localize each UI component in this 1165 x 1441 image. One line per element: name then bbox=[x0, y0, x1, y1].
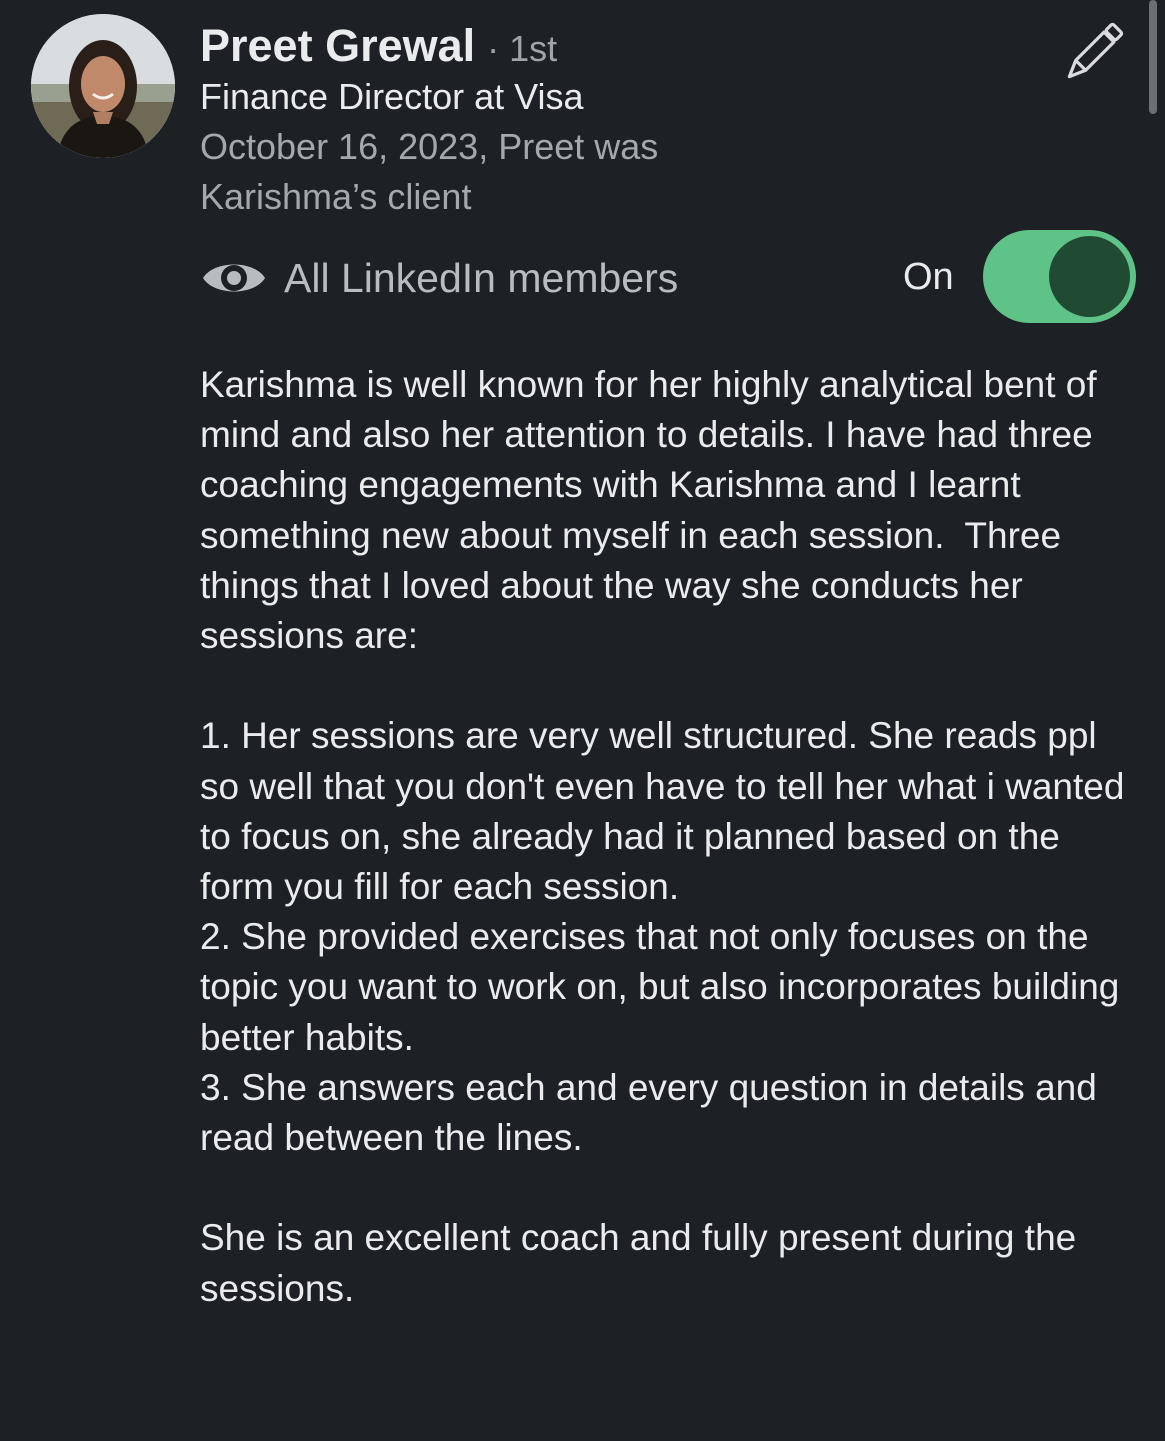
recommendation-card: Preet Grewal · 1st Finance Director at V… bbox=[0, 0, 1165, 1441]
toggle-knob bbox=[1049, 236, 1130, 317]
edit-button[interactable] bbox=[1060, 22, 1124, 86]
profile-photo bbox=[31, 14, 175, 158]
eye-icon bbox=[200, 255, 268, 301]
recommender-name[interactable]: Preet Grewal bbox=[200, 18, 475, 74]
scrollbar[interactable] bbox=[1149, 0, 1157, 114]
name-row: Preet Grewal · 1st bbox=[200, 18, 1085, 74]
recommendation-text: Karishma is well known for her highly an… bbox=[200, 364, 1125, 1309]
toggle-state-label: On bbox=[903, 256, 954, 298]
avatar[interactable] bbox=[31, 14, 175, 158]
relationship-text: October 16, 2023, Preet was Karishma’s c… bbox=[200, 126, 659, 217]
pencil-icon bbox=[1060, 22, 1124, 86]
visibility-label: All LinkedIn members bbox=[284, 255, 679, 301]
recommender-header: Preet Grewal · 1st Finance Director at V… bbox=[200, 18, 1085, 222]
visibility-toggle[interactable] bbox=[983, 230, 1136, 323]
connection-degree: · 1st bbox=[487, 28, 558, 69]
visibility-setting: All LinkedIn members bbox=[200, 245, 1100, 311]
recommender-headline: Finance Director at Visa bbox=[200, 76, 584, 117]
